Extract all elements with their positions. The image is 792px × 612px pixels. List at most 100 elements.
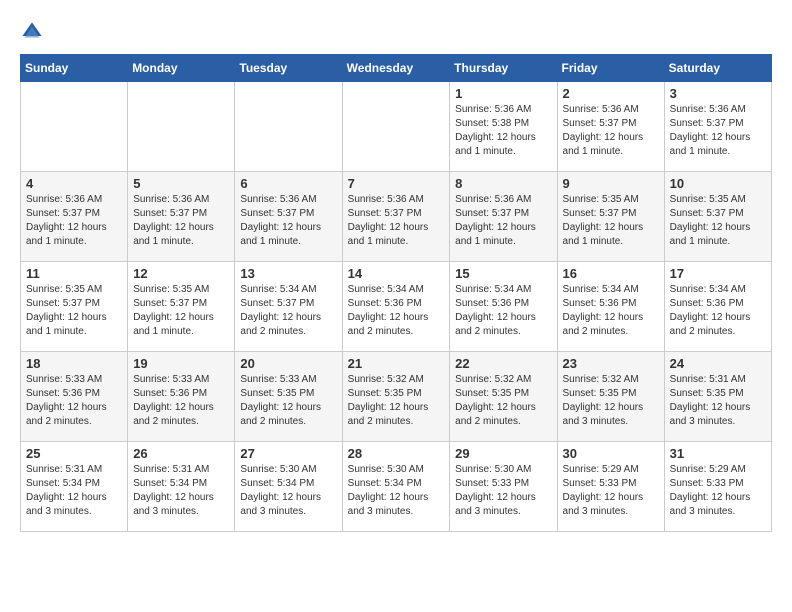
day-of-week-header: Thursday bbox=[450, 55, 557, 82]
day-info: Sunrise: 5:32 AM Sunset: 5:35 PM Dayligh… bbox=[348, 373, 445, 429]
day-info: Sunrise: 5:33 AM Sunset: 5:35 PM Dayligh… bbox=[240, 373, 336, 429]
calendar-week-row: 4 Sunrise: 5:36 AM Sunset: 5:37 PM Daylig… bbox=[21, 172, 772, 262]
day-info: Sunrise: 5:30 AM Sunset: 5:34 PM Dayligh… bbox=[348, 463, 445, 519]
day-info: Sunrise: 5:32 AM Sunset: 5:35 PM Dayligh… bbox=[563, 373, 659, 429]
day-info: Sunrise: 5:36 AM Sunset: 5:37 PM Dayligh… bbox=[133, 193, 229, 249]
day-number: 5 bbox=[133, 176, 229, 191]
day-number: 11 bbox=[26, 266, 122, 281]
day-info: Sunrise: 5:33 AM Sunset: 5:36 PM Dayligh… bbox=[133, 373, 229, 429]
day-number: 26 bbox=[133, 446, 229, 461]
day-number: 3 bbox=[670, 86, 766, 101]
calendar-cell: 18 Sunrise: 5:33 AM Sunset: 5:36 PM Dayli… bbox=[21, 352, 128, 442]
day-number: 10 bbox=[670, 176, 766, 191]
day-number: 14 bbox=[348, 266, 445, 281]
day-number: 7 bbox=[348, 176, 445, 191]
calendar-cell: 9Sunrise: 5:35 AM Sunset: 5:37 PM Daylig… bbox=[557, 172, 664, 262]
day-number: 8 bbox=[455, 176, 551, 191]
calendar-cell: 12 Sunrise: 5:35 AM Sunset: 5:37 PM Dayli… bbox=[128, 262, 235, 352]
day-number: 2 bbox=[563, 86, 659, 101]
day-info: Sunrise: 5:34 AM Sunset: 5:36 PM Dayligh… bbox=[455, 283, 551, 339]
calendar-cell: 10Sunrise: 5:35 AM Sunset: 5:37 PM Dayli… bbox=[664, 172, 771, 262]
calendar-cell bbox=[21, 82, 128, 172]
day-info: Sunrise: 5:34 AM Sunset: 5:36 PM Dayligh… bbox=[563, 283, 659, 339]
day-number: 16 bbox=[563, 266, 659, 281]
day-info: Sunrise: 5:36 AM Sunset: 5:37 PM Dayligh… bbox=[563, 103, 659, 159]
logo bbox=[20, 20, 48, 44]
day-info: Sunrise: 5:36 AM Sunset: 5:38 PM Dayligh… bbox=[455, 103, 551, 159]
day-info: Sunrise: 5:36 AM Sunset: 5:37 PM Dayligh… bbox=[670, 103, 766, 159]
day-of-week-header: Sunday bbox=[21, 55, 128, 82]
day-number: 29 bbox=[455, 446, 551, 461]
day-info: Sunrise: 5:31 AM Sunset: 5:35 PM Dayligh… bbox=[670, 373, 766, 429]
calendar-cell: 22 Sunrise: 5:32 AM Sunset: 5:35 PM Dayli… bbox=[450, 352, 557, 442]
calendar-cell: 27 Sunrise: 5:30 AM Sunset: 5:34 PM Dayli… bbox=[235, 442, 342, 532]
calendar-cell: 16 Sunrise: 5:34 AM Sunset: 5:36 PM Dayli… bbox=[557, 262, 664, 352]
day-of-week-header: Wednesday bbox=[342, 55, 450, 82]
day-of-week-header: Friday bbox=[557, 55, 664, 82]
calendar-cell: 21 Sunrise: 5:32 AM Sunset: 5:35 PM Dayli… bbox=[342, 352, 450, 442]
day-number: 27 bbox=[240, 446, 336, 461]
day-info: Sunrise: 5:35 AM Sunset: 5:37 PM Dayligh… bbox=[133, 283, 229, 339]
day-info: Sunrise: 5:34 AM Sunset: 5:36 PM Dayligh… bbox=[670, 283, 766, 339]
day-info: Sunrise: 5:32 AM Sunset: 5:35 PM Dayligh… bbox=[455, 373, 551, 429]
calendar-cell: 31 Sunrise: 5:29 AM Sunset: 5:33 PM Dayli… bbox=[664, 442, 771, 532]
day-info: Sunrise: 5:34 AM Sunset: 5:37 PM Dayligh… bbox=[240, 283, 336, 339]
day-info: Sunrise: 5:36 AM Sunset: 5:37 PM Dayligh… bbox=[240, 193, 336, 249]
day-number: 22 bbox=[455, 356, 551, 371]
day-info: Sunrise: 5:35 AM Sunset: 5:37 PM Dayligh… bbox=[26, 283, 122, 339]
page-header bbox=[20, 20, 772, 44]
day-info: Sunrise: 5:29 AM Sunset: 5:33 PM Dayligh… bbox=[563, 463, 659, 519]
calendar-cell: 17 Sunrise: 5:34 AM Sunset: 5:36 PM Dayli… bbox=[664, 262, 771, 352]
day-of-week-header: Monday bbox=[128, 55, 235, 82]
logo-icon bbox=[20, 20, 44, 44]
day-info: Sunrise: 5:29 AM Sunset: 5:33 PM Dayligh… bbox=[670, 463, 766, 519]
day-info: Sunrise: 5:36 AM Sunset: 5:37 PM Dayligh… bbox=[455, 193, 551, 249]
day-info: Sunrise: 5:30 AM Sunset: 5:33 PM Dayligh… bbox=[455, 463, 551, 519]
calendar-cell: 14 Sunrise: 5:34 AM Sunset: 5:36 PM Dayli… bbox=[342, 262, 450, 352]
day-number: 30 bbox=[563, 446, 659, 461]
calendar-cell: 23Sunrise: 5:32 AM Sunset: 5:35 PM Dayli… bbox=[557, 352, 664, 442]
calendar-cell: 4Sunrise: 5:36 AM Sunset: 5:37 PM Daylig… bbox=[21, 172, 128, 262]
calendar-cell bbox=[235, 82, 342, 172]
calendar-cell: 24Sunrise: 5:31 AM Sunset: 5:35 PM Dayli… bbox=[664, 352, 771, 442]
day-number: 18 bbox=[26, 356, 122, 371]
calendar-cell: 13 Sunrise: 5:34 AM Sunset: 5:37 PM Dayli… bbox=[235, 262, 342, 352]
day-info: Sunrise: 5:31 AM Sunset: 5:34 PM Dayligh… bbox=[26, 463, 122, 519]
day-info: Sunrise: 5:30 AM Sunset: 5:34 PM Dayligh… bbox=[240, 463, 336, 519]
day-number: 20 bbox=[240, 356, 336, 371]
calendar-cell: 7Sunrise: 5:36 AM Sunset: 5:37 PM Daylig… bbox=[342, 172, 450, 262]
day-number: 19 bbox=[133, 356, 229, 371]
day-number: 12 bbox=[133, 266, 229, 281]
day-number: 28 bbox=[348, 446, 445, 461]
day-of-week-header: Tuesday bbox=[235, 55, 342, 82]
calendar-cell: 15Sunrise: 5:34 AM Sunset: 5:36 PM Dayli… bbox=[450, 262, 557, 352]
calendar-week-row: 1 Sunrise: 5:36 AM Sunset: 5:38 PM Daylig… bbox=[21, 82, 772, 172]
day-number: 9 bbox=[563, 176, 659, 191]
day-number: 31 bbox=[670, 446, 766, 461]
calendar-cell: 20 Sunrise: 5:33 AM Sunset: 5:35 PM Dayli… bbox=[235, 352, 342, 442]
calendar-cell: 11 Sunrise: 5:35 AM Sunset: 5:37 PM Dayli… bbox=[21, 262, 128, 352]
day-number: 21 bbox=[348, 356, 445, 371]
day-info: Sunrise: 5:34 AM Sunset: 5:36 PM Dayligh… bbox=[348, 283, 445, 339]
calendar-cell: 25 Sunrise: 5:31 AM Sunset: 5:34 PM Dayli… bbox=[21, 442, 128, 532]
day-info: Sunrise: 5:33 AM Sunset: 5:36 PM Dayligh… bbox=[26, 373, 122, 429]
calendar-cell: 1 Sunrise: 5:36 AM Sunset: 5:38 PM Daylig… bbox=[450, 82, 557, 172]
calendar-cell: 8 Sunrise: 5:36 AM Sunset: 5:37 PM Daylig… bbox=[450, 172, 557, 262]
day-number: 1 bbox=[455, 86, 551, 101]
calendar-week-row: 11 Sunrise: 5:35 AM Sunset: 5:37 PM Dayli… bbox=[21, 262, 772, 352]
calendar-table: SundayMondayTuesdayWednesdayThursdayFrid… bbox=[20, 54, 772, 532]
day-of-week-header: Saturday bbox=[664, 55, 771, 82]
calendar-cell: 5 Sunrise: 5:36 AM Sunset: 5:37 PM Daylig… bbox=[128, 172, 235, 262]
calendar-cell: 30 Sunrise: 5:29 AM Sunset: 5:33 PM Dayli… bbox=[557, 442, 664, 532]
day-number: 13 bbox=[240, 266, 336, 281]
day-number: 4 bbox=[26, 176, 122, 191]
day-number: 25 bbox=[26, 446, 122, 461]
day-number: 17 bbox=[670, 266, 766, 281]
calendar-cell bbox=[342, 82, 450, 172]
day-info: Sunrise: 5:31 AM Sunset: 5:34 PM Dayligh… bbox=[133, 463, 229, 519]
calendar-cell: 2 Sunrise: 5:36 AM Sunset: 5:37 PM Daylig… bbox=[557, 82, 664, 172]
calendar-cell: 3 Sunrise: 5:36 AM Sunset: 5:37 PM Daylig… bbox=[664, 82, 771, 172]
calendar-cell: 26 Sunrise: 5:31 AM Sunset: 5:34 PM Dayli… bbox=[128, 442, 235, 532]
calendar-cell bbox=[128, 82, 235, 172]
day-number: 6 bbox=[240, 176, 336, 191]
